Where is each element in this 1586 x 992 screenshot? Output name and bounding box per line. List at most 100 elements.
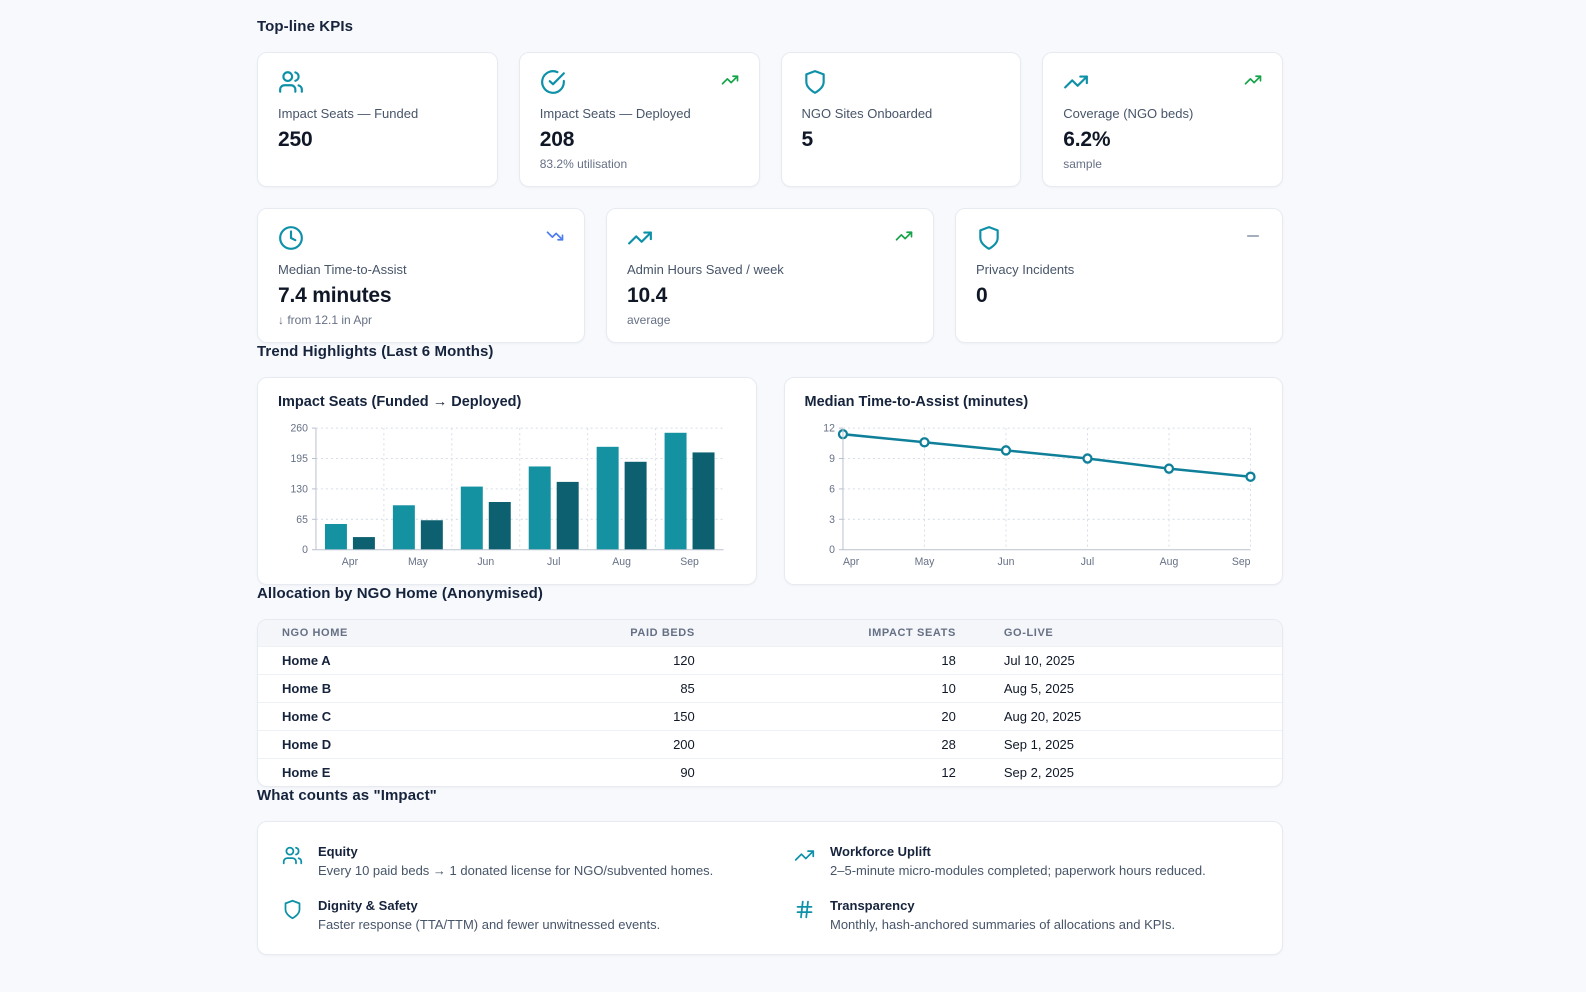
trending-up-icon [1244, 71, 1262, 89]
cell-go-live: Sep 1, 2025 [979, 730, 1282, 759]
minus-icon [1244, 227, 1262, 245]
allocation-section-title: Allocation by NGO Home (Anonymised) [257, 585, 544, 602]
table-row: Home B 85 10 Aug 5, 2025 [258, 674, 1282, 703]
shield-icon [976, 225, 1002, 251]
kpi-row-1: Impact Seats — Funded 250 Impact Seats —… [257, 52, 1283, 187]
cell-home: Home C [258, 702, 586, 731]
col-header-impact-seats: IMPACT SEATS [718, 620, 980, 647]
kpi-value: 0 [976, 284, 988, 307]
svg-text:Apr: Apr [842, 556, 859, 568]
cell-home: Home E [258, 758, 586, 786]
cell-go-live: Sep 2, 2025 [979, 758, 1282, 786]
trending-up-icon [895, 227, 913, 245]
kpi-label: Impact Seats — Funded [278, 106, 419, 121]
svg-text:0: 0 [302, 544, 308, 556]
kpi-label: NGO Sites Onboarded [801, 106, 933, 121]
cell-paid-beds: 150 [585, 702, 719, 731]
svg-text:Jun: Jun [997, 556, 1014, 568]
col-header-ngo-home: NGO HOME [258, 620, 586, 647]
cell-paid-beds: 200 [585, 730, 719, 759]
svg-text:May: May [408, 556, 429, 568]
dashboard-page: Top-line KPIs Impact Seats — Funded 250 … [257, 0, 1283, 955]
chart-title: Median Time-to-Assist (minutes) [804, 394, 1029, 410]
kpi-subtext: average [627, 313, 671, 327]
cell-paid-beds: 90 [585, 758, 719, 786]
kpi-card-ngo-sites-onboarded: NGO Sites Onboarded 5 [780, 52, 1022, 187]
kpi-value: 6.2% [1063, 128, 1111, 151]
svg-text:Apr: Apr [342, 556, 359, 568]
svg-text:0: 0 [829, 544, 835, 556]
cell-impact-seats: 20 [718, 702, 980, 731]
kpi-card-impact-seats-funded: Impact Seats — Funded 250 [257, 52, 498, 187]
kpi-value: 7.4 minutes [278, 284, 392, 307]
svg-text:3: 3 [829, 514, 835, 526]
kpi-label: Impact Seats — Deployed [539, 106, 691, 121]
cell-paid-beds: 120 [585, 646, 719, 675]
kpi-label: Privacy Incidents [976, 262, 1075, 277]
svg-text:Aug: Aug [612, 556, 631, 568]
shield-icon [802, 69, 828, 95]
table-row: Home C 150 20 Aug 20, 2025 [258, 702, 1282, 731]
allocation-table-card: NGO HOME PAID BEDS IMPACT SEATS GO-LIVE … [257, 619, 1283, 787]
cell-impact-seats: 12 [718, 758, 980, 786]
allocation-table: NGO HOME PAID BEDS IMPACT SEATS GO-LIVE … [258, 620, 1282, 786]
kpi-label: Median Time-to-Assist [278, 262, 407, 277]
svg-text:130: 130 [290, 483, 308, 495]
svg-text:260: 260 [290, 423, 308, 435]
shield-icon [282, 899, 303, 920]
table-row: Home A 120 18 Jul 10, 2025 [258, 646, 1282, 675]
kpi-card-coverage-ngo-beds: Coverage (NGO beds) 6.2% sample [1042, 52, 1283, 187]
svg-text:6: 6 [829, 483, 835, 495]
kpi-card-privacy-incidents: Privacy Incidents 0 [955, 208, 1283, 343]
impact-seats-bar-chart: 0 65 130 195 260 Apr May Jun Jul Aug Sep [290, 423, 724, 568]
chart-title: Impact Seats (Funded → Deployed) [278, 394, 522, 410]
kpi-value: 10.4 [627, 284, 668, 307]
trending-down-icon [546, 227, 564, 245]
table-row: Home D 200 28 Sep 1, 2025 [258, 730, 1282, 759]
svg-text:Jun: Jun [477, 556, 494, 568]
svg-text:Aug: Aug [1159, 556, 1178, 568]
cell-impact-seats: 18 [718, 646, 980, 675]
impact-item-transparency: Transparency Monthly, hash-anchored summ… [794, 898, 1258, 932]
users-icon [282, 845, 303, 866]
cell-impact-seats: 28 [718, 730, 980, 759]
kpi-row-2: Median Time-to-Assist 7.4 minutes ↓ from… [257, 208, 1283, 343]
svg-text:Sep: Sep [1231, 556, 1250, 568]
impact-item-dignity-safety: Dignity & Safety Faster response (TTA/TT… [282, 898, 746, 932]
kpi-subtext: 83.2% utilisation [539, 157, 628, 171]
trending-up-icon [794, 845, 815, 866]
kpi-subtext: ↓ from 12.1 in Apr [278, 313, 373, 327]
impact-seats-chart-card: Impact Seats (Funded → Deployed) 0 65 130 1… [257, 377, 757, 585]
col-header-paid-beds: PAID BEDS [585, 620, 719, 647]
table-header-row: NGO HOME PAID BEDS IMPACT SEATS GO-LIVE [258, 620, 1282, 647]
cell-go-live: Aug 20, 2025 [979, 702, 1282, 731]
kpis-section-title: Top-line KPIs [257, 18, 354, 35]
impact-section-title: What counts as "Impact" [257, 787, 437, 804]
trend-charts-row: Impact Seats (Funded → Deployed) 0 65 130 1… [257, 377, 1283, 585]
svg-text:Sep: Sep [680, 556, 699, 568]
svg-text:12: 12 [823, 423, 835, 435]
cell-go-live: Jul 10, 2025 [979, 646, 1282, 675]
svg-text:65: 65 [296, 514, 308, 526]
trending-up-icon [1063, 69, 1089, 95]
svg-text:195: 195 [290, 453, 308, 465]
impact-item-title: Equity [318, 844, 358, 859]
svg-text:9: 9 [829, 453, 835, 465]
time-to-assist-line-chart: 0 3 6 9 12 Apr May Jun Jul Aug Sep [823, 423, 1256, 568]
cell-home: Home B [258, 674, 586, 703]
kpi-value: 250 [278, 128, 313, 151]
cell-paid-beds: 85 [585, 674, 719, 703]
impact-item-title: Workforce Uplift [830, 844, 931, 859]
kpi-card-admin-hours-saved: Admin Hours Saved / week 10.4 average [606, 208, 934, 343]
impact-item-desc: 2–5-minute micro-modules completed; pape… [830, 863, 1206, 878]
check-circle-icon [540, 69, 566, 95]
svg-text:May: May [914, 556, 935, 568]
time-to-assist-chart-card: Median Time-to-Assist (minutes) 0 3 6 9 12 Ap… [783, 377, 1283, 585]
kpi-label: Admin Hours Saved / week [627, 262, 784, 277]
cell-impact-seats: 10 [718, 674, 980, 703]
impact-item-workforce-uplift: Workforce Uplift 2–5-minute micro-module… [794, 844, 1258, 878]
impact-item-desc: Faster response (TTA/TTM) and fewer unwi… [318, 917, 661, 932]
cell-home: Home D [258, 730, 586, 759]
impact-definitions-card: Equity Every 10 paid beds → 1 donated li… [257, 821, 1283, 955]
impact-item-title: Transparency [830, 898, 915, 913]
